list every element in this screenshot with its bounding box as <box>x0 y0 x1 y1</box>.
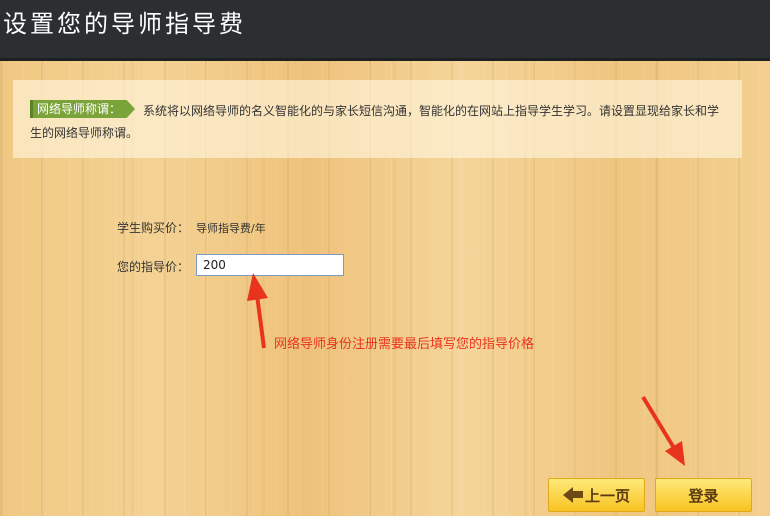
annotation-arrows <box>247 273 685 466</box>
login-label: 登录 <box>688 487 719 505</box>
notice-badge: 网络导师称谓： <box>30 100 136 118</box>
header-bar: 设置您的导师指导费 <box>0 0 770 61</box>
left-arrow-icon <box>562 486 573 503</box>
fee-label: 您的指导价： <box>117 260 190 274</box>
login-button[interactable]: 登录 <box>655 478 752 512</box>
prev-page-button[interactable]: 上一页 <box>548 478 645 512</box>
red-arrow-icon <box>641 395 685 466</box>
fee-input[interactable] <box>196 254 344 276</box>
purchase-price-value: 导师指导费/年 <box>196 222 266 235</box>
notice-text: 系统将以网络导师的名义智能化的与家长短信沟通，智能化的在网站上指导学生学习。请设… <box>30 104 720 140</box>
notice-box: 系统将以网络导师的名义智能化的与家长短信沟通，智能化的在网站上指导学生学习。请设… <box>13 80 742 158</box>
purchase-price-label: 学生购买价： <box>117 221 190 235</box>
left-arrow-icon-stem <box>572 491 583 498</box>
red-arrow-icon <box>247 273 268 349</box>
annotation-text: 网络导师身份注册需要最后填写您的指导价格 <box>274 337 535 352</box>
prev-page-label: 上一页 <box>584 487 630 505</box>
page-title: 设置您的导师指导费 <box>3 10 246 38</box>
